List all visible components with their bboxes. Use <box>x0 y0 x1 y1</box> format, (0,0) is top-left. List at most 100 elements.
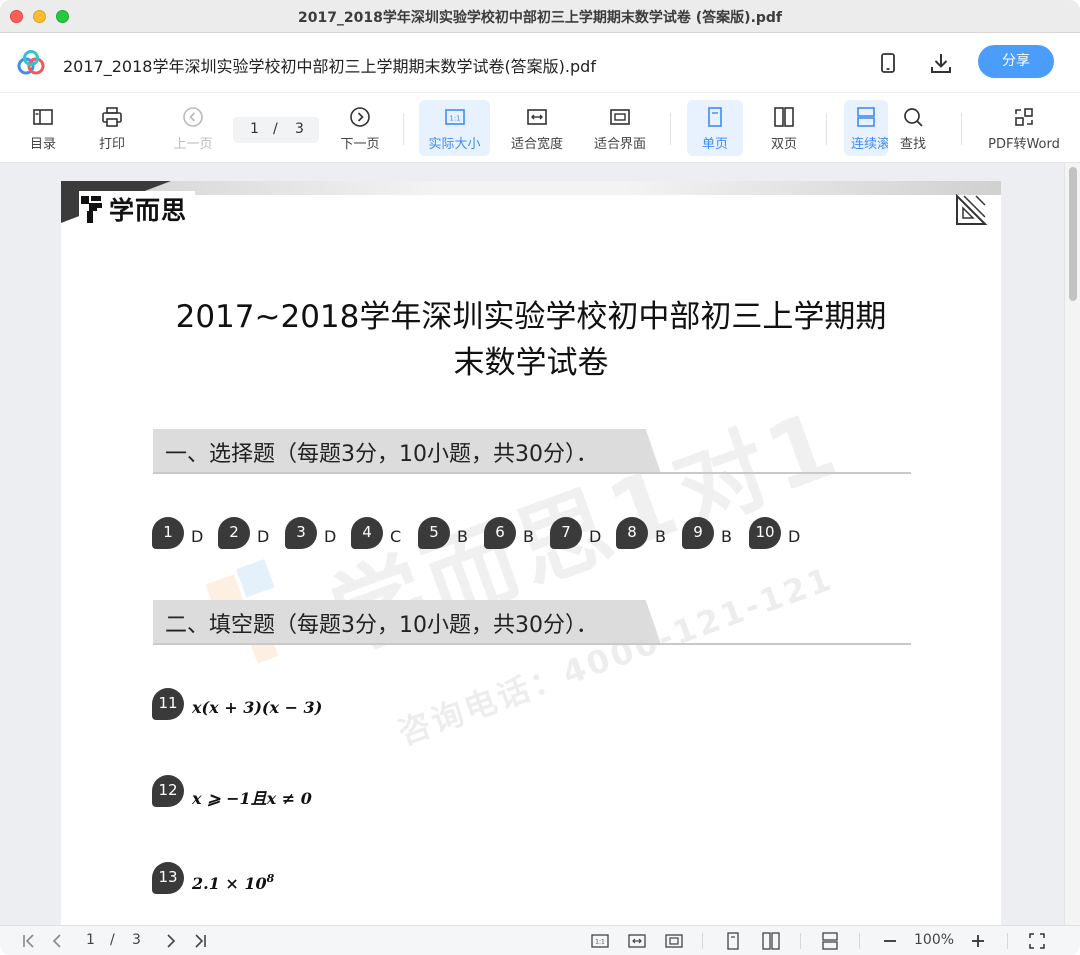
search-icon <box>904 108 923 127</box>
fit-page-status-button[interactable] <box>665 932 683 950</box>
prev-page-status-button[interactable] <box>48 932 66 950</box>
double-page-icon <box>762 932 780 950</box>
zoom-in-button[interactable] <box>969 932 987 950</box>
print-button[interactable]: 打印 <box>87 100 137 156</box>
toc-label: 目录 <box>29 137 56 152</box>
section-heading-choice: 一、选择题（每题3分，10小题，共30分）． <box>153 429 911 474</box>
answer-value: D <box>788 527 801 546</box>
pdf-to-word-label: PDF转Word <box>988 137 1060 152</box>
window-title: 2017_2018学年深圳实验学校初中部初三上学期期末数学试卷 (答案版).pd… <box>297 10 783 26</box>
set-square-icon <box>956 193 988 225</box>
question-number-badge: 8 <box>616 517 648 549</box>
last-page-button[interactable] <box>191 932 209 950</box>
single-page-button[interactable]: 单页 <box>687 100 743 156</box>
status-divider <box>800 933 801 949</box>
pdf-to-word-button[interactable]: PDF转Word <box>980 100 1068 156</box>
scrollbar-thumb[interactable] <box>1069 167 1077 301</box>
answer-value: D <box>191 527 204 546</box>
single-page-status-button[interactable] <box>724 932 742 950</box>
toc-button[interactable]: 目录 <box>18 100 68 156</box>
search-button[interactable]: 查找 <box>889 100 937 156</box>
document-title: 2017_2018学年深圳实验学校初中部初三上学期期末数学试卷(答案版).pdf <box>63 57 596 76</box>
prev-page-button[interactable]: 上一页 <box>166 100 220 156</box>
next-page-status-button[interactable] <box>162 932 180 950</box>
fit-page-icon <box>665 934 683 948</box>
svg-text:1:1: 1:1 <box>449 115 460 123</box>
circle-chevron-left-icon <box>183 107 203 127</box>
first-page-button[interactable] <box>20 932 38 950</box>
formula-exponent: 8 <box>266 872 275 885</box>
question-number-badge: 5 <box>418 517 450 549</box>
answer-formula: 2.1 × 108 <box>192 872 274 893</box>
choice-answers: 1D 2D 3D 4C 5B 6B 7D 8B 9B 10 D <box>152 517 852 551</box>
printer-icon <box>102 107 122 127</box>
answer-formula: x ⩾ −1且x ≠ 0 <box>192 789 312 808</box>
answer-value: C <box>390 527 402 546</box>
question-number-badge: 9 <box>682 517 714 549</box>
brand-mark-icon <box>81 196 102 223</box>
last-page-icon <box>195 934 206 948</box>
answer-value: D <box>257 527 270 546</box>
phone-icon[interactable] <box>876 51 900 75</box>
status-divider <box>859 933 860 949</box>
fullscreen-button[interactable] <box>1028 932 1046 950</box>
prev-page-label: 上一页 <box>173 137 213 152</box>
section-heading-text: 二、填空题（每题3分，10小题，共30分）． <box>165 613 598 638</box>
download-icon[interactable] <box>929 51 953 75</box>
toolbar-divider <box>670 113 671 145</box>
continuous-scroll-status-button[interactable] <box>821 932 839 950</box>
zoom-out-button[interactable] <box>881 932 899 950</box>
actual-size-icon: 1:1 <box>591 934 609 948</box>
question-number-badge: 7 <box>550 517 582 549</box>
total-pages: 3 <box>295 121 304 137</box>
section-heading-fill: 二、填空题（每题3分，10小题，共30分）． <box>153 600 911 645</box>
pdf-viewer[interactable]: 学而思 学而思1对1 咨询电话：4000-121-121 2017~2018学年… <box>0 163 1080 925</box>
watermark-phone: 咨询电话：4000-121-121 <box>393 559 839 753</box>
status-current-page[interactable]: 1 <box>86 932 95 950</box>
formula-base: 2.1 × 10 <box>192 874 267 893</box>
actual-size-button[interactable]: 1:1 实际大小 <box>419 100 490 156</box>
answer-value: D <box>324 527 337 546</box>
brand-logo: 学而思 <box>79 191 196 227</box>
double-page-button[interactable]: 双页 <box>760 100 808 156</box>
continuous-scroll-icon <box>822 932 838 950</box>
double-page-status-button[interactable] <box>762 932 780 950</box>
question-number-badge: 13 <box>152 862 184 894</box>
baidu-netdisk-logo-icon <box>17 50 45 75</box>
continuous-scroll-icon <box>857 107 875 127</box>
question-number-badge: 6 <box>484 517 516 549</box>
fit-page-icon <box>610 109 630 125</box>
question-number-badge: 2 <box>218 517 250 549</box>
toolbar-divider <box>826 113 827 145</box>
share-button[interactable]: 分享 <box>978 45 1054 78</box>
continuous-scroll-label: 连续滚 <box>851 137 888 152</box>
search-label: 查找 <box>899 137 926 152</box>
print-label: 打印 <box>98 137 125 152</box>
toolbar-divider <box>961 113 962 145</box>
status-divider <box>1007 933 1008 949</box>
convert-icon <box>1015 108 1033 126</box>
page-number-input[interactable]: 1 / 3 <box>233 117 319 143</box>
answer-value: D <box>589 527 602 546</box>
fit-width-status-button[interactable] <box>628 932 646 950</box>
status-page-separator: / <box>110 932 115 948</box>
chevron-left-icon <box>52 934 61 948</box>
section-heading-text: 一、选择题（每题3分，10小题，共30分）． <box>165 442 598 467</box>
status-divider <box>702 933 703 949</box>
fit-page-label: 适合界面 <box>593 137 646 152</box>
fit-page-button[interactable]: 适合界面 <box>588 100 652 156</box>
actual-size-status-button[interactable]: 1:1 <box>591 932 609 950</box>
continuous-scroll-button[interactable]: 连续滚 <box>844 100 888 156</box>
exam-title-line-2: 末数学试卷 <box>453 345 609 381</box>
zoom-level[interactable]: 100% <box>914 932 954 950</box>
minus-icon <box>884 940 896 942</box>
chevron-right-icon <box>167 934 176 948</box>
actual-size-icon: 1:1 <box>444 109 465 125</box>
vertical-scrollbar[interactable] <box>1064 163 1080 925</box>
app-window: 2017_2018学年深圳实验学校初中部初三上学期期末数学试卷 (答案版).pd… <box>0 0 1080 955</box>
svg-text:1:1: 1:1 <box>595 939 605 946</box>
answer-formula: x(x + 3)(x − 3) <box>192 698 323 717</box>
next-page-button[interactable]: 下一页 <box>333 100 387 156</box>
single-page-label: 单页 <box>701 137 728 152</box>
fit-width-button[interactable]: 适合宽度 <box>505 100 569 156</box>
